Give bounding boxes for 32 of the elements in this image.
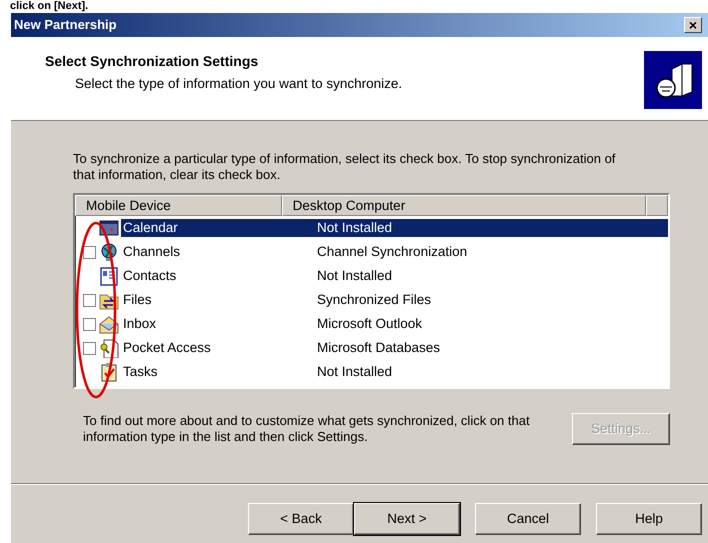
desktop-cell: Not Installed [307, 219, 668, 237]
wizard-button[interactable]: Help [596, 503, 702, 535]
desktop-cell-text: Not Installed [316, 267, 394, 285]
column-header[interactable]: Desktop Computer [282, 195, 646, 216]
window-title: New Partnership [14, 16, 117, 34]
desktop-cell-text: Microsoft Outlook [316, 315, 424, 333]
item-name[interactable]: Calendar [121, 219, 307, 237]
checkbox[interactable] [83, 318, 96, 330]
wizard-button[interactable]: Cancel [475, 503, 581, 535]
column-header[interactable]: Mobile Device [75, 195, 282, 216]
caption-text: click on [Next]. [10, 0, 88, 13]
desktop-cell-text: Microsoft Databases [316, 339, 442, 357]
item-name[interactable]: Pocket Access [121, 339, 307, 357]
wizard-button[interactable]: Next > [354, 503, 460, 535]
desktop-cell-text: Synchronized Files [316, 291, 432, 309]
item-name[interactable]: Inbox [121, 315, 307, 333]
checkbox[interactable] [83, 246, 96, 258]
checkbox[interactable] [83, 294, 96, 306]
item-name[interactable]: Files [121, 291, 307, 309]
desktop-cell-text: Channel Synchronization [316, 243, 468, 261]
instruction-text: To synchronize a particular type of information, select its check box. To stop synchronization of that information, clear its check box. [73, 151, 616, 183]
item-name[interactable]: Tasks [121, 363, 307, 381]
desktop-cell-text: Not Installed [316, 363, 394, 381]
checkbox[interactable] [83, 342, 96, 354]
header-subtitle: Select the type of information you want to synchronize. [74, 75, 402, 93]
wizard-button[interactable]: < Back [248, 503, 354, 535]
hint-text: To find out more about and to customize what gets synchronized, click on that information type in the list and then click Settings. [83, 413, 531, 445]
item-name[interactable]: Contacts [121, 267, 307, 285]
item-type-icon [98, 314, 120, 334]
item-name[interactable]: Channels [121, 243, 307, 261]
close-button[interactable]: × [684, 17, 702, 33]
header-title: Select Synchronization Settings [45, 52, 260, 71]
